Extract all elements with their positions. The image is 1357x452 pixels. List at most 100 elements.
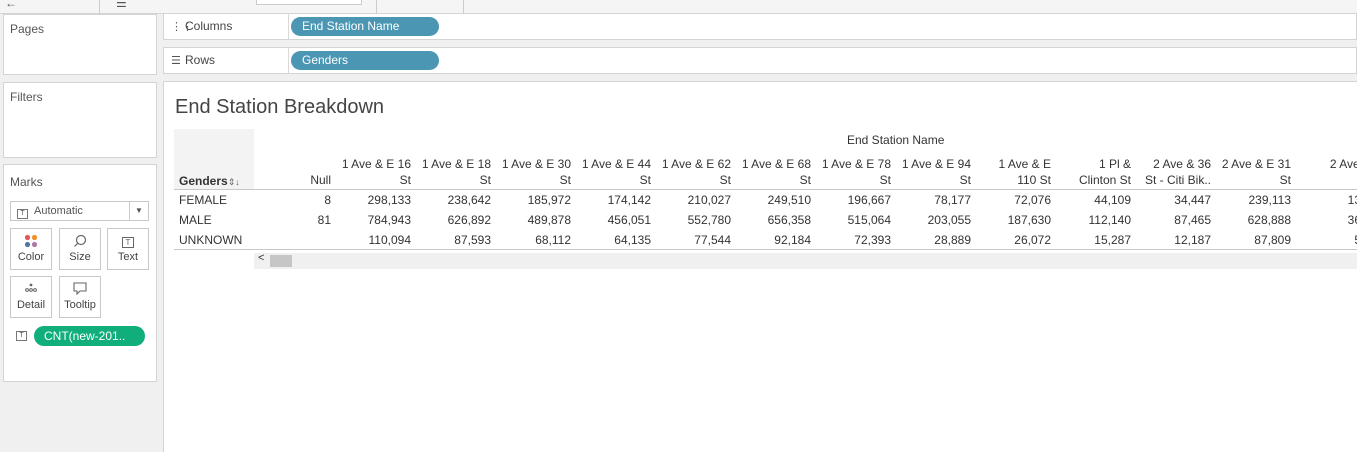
table-cell[interactable]: 174,142 [571,193,651,207]
tooltip-button[interactable]: Tooltip [59,276,101,318]
column-header-line-2 [1291,172,1357,188]
table-cell[interactable]: 185,972 [491,193,571,207]
table-cell[interactable]: 626,892 [411,213,491,227]
table-cell[interactable]: 489,878 [491,213,571,227]
column-header[interactable]: 1 Ave & E 68 St [731,156,811,188]
table-cell[interactable]: 196,667 [811,193,891,207]
column-header[interactable]: Null [251,156,331,188]
table-cell[interactable]: 78,177 [891,193,971,207]
table-cell[interactable]: 515,064 [811,213,891,227]
column-header[interactable]: 1 Ave & E 110 St [971,156,1051,188]
chevron-down-icon[interactable]: ▼ [129,202,148,220]
table-cell[interactable]: 28,889 [891,233,971,247]
column-header-line-2: St [479,173,491,187]
table-cell[interactable]: 238,642 [411,193,491,207]
columns-pill[interactable]: End Station Name [291,17,439,36]
table-cell[interactable]: 15,287 [1051,233,1131,247]
table-cell[interactable]: 363, [1291,213,1357,227]
toolbar-dropdown[interactable] [256,0,362,5]
table-cell[interactable]: 81 [251,213,331,227]
marks-title: Marks [10,175,43,189]
table-cell[interactable]: 72,076 [971,193,1051,207]
column-header-line-1: 2 Ave & E 31 [1221,157,1291,171]
table-cell[interactable]: 34,447 [1131,193,1211,207]
column-header-line-1: 1 Ave & E [998,157,1051,171]
column-header[interactable]: 2 Ave & 36 St - Citi Bik.. [1131,156,1211,188]
table-cell[interactable]: 249,510 [731,193,811,207]
size-button[interactable]: Size [59,228,101,270]
mark-type-dropdown[interactable]: T Automatic ▼ [10,201,149,221]
sort-icon[interactable]: ⇕↓ [228,177,240,187]
column-header-line-1: 2 Ave & 36 [1153,157,1211,171]
text-label: Text [117,251,139,263]
column-header[interactable]: 2 Ave & [1291,156,1357,188]
table-cell[interactable]: 87,809 [1211,233,1291,247]
column-header-line-2: St [719,173,731,187]
table-cell[interactable]: 112,140 [1051,213,1132,227]
rows-icon: ☰ [171,55,181,67]
row-label[interactable]: MALE [179,213,212,227]
toolbar-segment-3[interactable] [377,0,464,13]
scroll-left-arrow-icon[interactable]: < [258,252,264,264]
table-cell[interactable]: 8 [251,193,331,207]
table-cell[interactable]: 26,072 [971,233,1051,247]
column-header-line-2: St [1279,173,1291,187]
table-cell[interactable]: 210,027 [651,193,731,207]
viz-canvas[interactable]: End Station Breakdown End Station Name G… [163,81,1357,452]
table-cell[interactable]: 187,630 [971,213,1051,227]
text-button[interactable]: T Text [107,228,149,270]
table-cell[interactable]: 87,593 [411,233,491,247]
column-header-line-2: St - Citi Bik.. [1144,173,1211,187]
table-cell[interactable]: 239,113 [1211,193,1292,207]
column-header[interactable]: 1 Ave & E 16 St [331,156,411,188]
detail-button[interactable]: Detail [10,276,52,318]
column-group-header: End Station Name [847,133,945,147]
table-cell[interactable]: 456,051 [571,213,651,227]
row-label[interactable]: FEMALE [179,193,227,207]
column-header-line-2: Null [310,173,331,187]
rows-pill[interactable]: Genders [291,51,439,70]
table-cell[interactable]: 64,135 [571,233,651,247]
table-cell[interactable]: 656,358 [731,213,811,227]
column-header[interactable]: 1 Ave & E 18 St [411,156,491,188]
color-icon [11,229,51,251]
table-cell[interactable]: 552,780 [651,213,731,227]
rows-shelf[interactable]: ☰ Rows Genders [163,47,1357,74]
table-cell[interactable]: 68,112 [491,233,571,247]
table-cell[interactable]: 138, [1291,193,1357,207]
genders-header[interactable]: Genders⇕↓ [179,174,240,188]
column-header-line-1: 1 Ave & E 16 [341,157,411,171]
column-header[interactable]: 1 Ave & E 78 St [811,156,891,188]
table-cell[interactable]: 72,393 [811,233,891,247]
back-arrow-icon[interactable]: ← [5,0,17,10]
column-header[interactable]: 1 Ave & E 94 St [891,156,971,188]
table-cell[interactable]: 77,544 [651,233,731,247]
header-divider [174,189,1357,190]
horizontal-scrollbar[interactable]: < [254,252,1357,269]
rows-shelf-label: ☰ Rows [171,53,215,67]
table-cell[interactable]: 92,184 [731,233,811,247]
tooltip-icon [60,277,100,299]
menu-icon[interactable]: ☰ [116,0,127,10]
column-header[interactable]: 1 Ave & E 30 St [491,156,571,188]
mark-field-pill[interactable]: CNT(new-201.. [34,326,145,346]
table-cell[interactable]: 87,465 [1131,213,1211,227]
table-cell[interactable]: 44,109 [1051,193,1131,207]
column-header[interactable]: 1 Ave & E 44 St [571,156,651,188]
columns-shelf[interactable]: ⋮⋮Columns End Station Name [163,13,1357,40]
column-header[interactable]: 1 Ave & E 62 St [651,156,731,188]
color-button[interactable]: Color [10,228,52,270]
scrollbar-thumb[interactable] [270,255,292,267]
column-header[interactable]: 1 Pl & Clinton St [1051,156,1131,188]
row-label[interactable]: UNKNOWN [179,233,242,247]
column-header[interactable]: 2 Ave & E 31 St [1211,156,1291,188]
table-cell[interactable]: 298,133 [331,193,411,207]
table-cell[interactable]: 203,055 [891,213,971,227]
table-cell[interactable]: 12,187 [1131,233,1211,247]
table-cell[interactable]: 110,094 [331,233,412,247]
toolbar-segment-1[interactable]: ← [0,0,100,13]
table-cell[interactable]: 50, [1291,233,1357,247]
table-cell[interactable]: 784,943 [331,213,411,227]
color-label: Color [17,251,45,263]
table-cell[interactable]: 628,888 [1211,213,1291,227]
